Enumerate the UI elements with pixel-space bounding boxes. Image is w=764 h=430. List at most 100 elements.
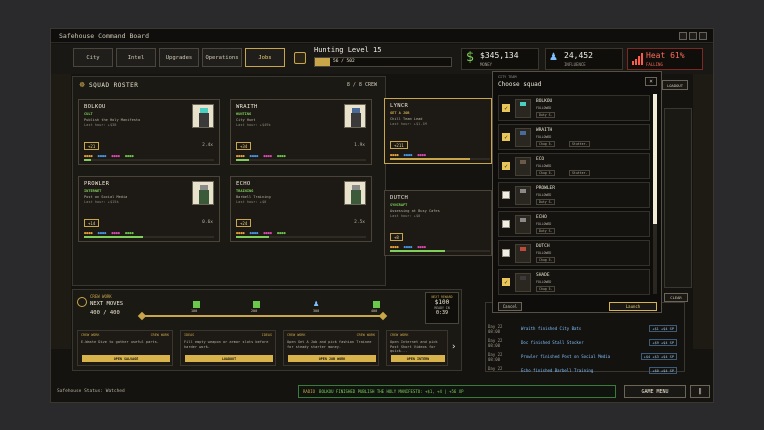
squad-member-row[interactable]: ECHO FOLLOWED Duty S. bbox=[498, 211, 650, 237]
squad-tag: Chug 5. bbox=[536, 141, 556, 147]
crew-multiplier: 2.5x bbox=[354, 220, 365, 225]
tab-jobs[interactable]: Jobs bbox=[245, 48, 285, 67]
open-internet-button[interactable]: OPEN INTERN bbox=[391, 355, 445, 362]
crew-progress bbox=[390, 158, 490, 160]
crew-name: BOLKOU bbox=[84, 104, 106, 110]
crew-earnings: Last hour: +$0 bbox=[236, 200, 267, 204]
dialog-scroll-thumb[interactable] bbox=[653, 94, 657, 224]
crew-badge: +8 bbox=[390, 233, 403, 241]
squad-member-row[interactable]: ✓ ECO FOLLOWED Chug 5. Stutter. bbox=[498, 153, 650, 179]
xp-bar: 56 / 502 bbox=[314, 57, 452, 67]
milestone-reward-icon bbox=[193, 301, 200, 308]
event-time: 08:00 bbox=[488, 329, 501, 335]
tab-upgrades[interactable]: Upgrades bbox=[159, 48, 199, 67]
crew-card-dutch[interactable]: DUTCH SYNCRAFT Assessing at Busy Cafes L… bbox=[384, 190, 492, 256]
dialog-scrollbar[interactable] bbox=[653, 94, 657, 294]
event-badge: +$9 +$4 SP bbox=[649, 339, 677, 346]
minimize-icon[interactable] bbox=[679, 32, 687, 40]
crew-stat-dots: ●●●● ●●●● ●●●● ●●●● bbox=[84, 231, 134, 235]
next-reward-box: NEXT REWARD $100 READY IN 0:39 bbox=[425, 292, 459, 324]
squad-checkbox[interactable]: ✓ bbox=[502, 133, 510, 141]
squad-member-row[interactable]: ✓ BOLKOU FOLLOWED Duty S. bbox=[498, 95, 650, 121]
milestone-track bbox=[143, 315, 383, 317]
crew-job: City Hunt bbox=[236, 118, 256, 122]
influence-stat: ♟ 24,452 INFLUENCE bbox=[545, 48, 623, 70]
task-text: Fill empty weapon or armor slots before … bbox=[184, 340, 269, 349]
crew-earnings: Last hour: +$0 bbox=[390, 214, 421, 218]
right-crew-column bbox=[664, 108, 692, 288]
squad-tag: Duty S. bbox=[536, 112, 556, 118]
squad-member-row[interactable]: PROWLER FOLLOWED Duty S. bbox=[498, 182, 650, 208]
crew-name: DUTCH bbox=[390, 195, 409, 201]
task-card: IDEAS IDEAS Fill empty weapon or armor s… bbox=[180, 330, 276, 366]
squad-avatar bbox=[515, 186, 531, 205]
crew-status: TRAINING bbox=[236, 189, 254, 193]
ticker-tag: RADIO bbox=[303, 389, 316, 394]
close-icon[interactable] bbox=[699, 32, 707, 40]
crew-work-icon bbox=[77, 297, 87, 307]
squad-member-row[interactable]: DUTCH FOLLOWED Chug 5. bbox=[498, 240, 650, 266]
cancel-button[interactable]: Cancel bbox=[498, 302, 522, 311]
maximize-icon[interactable] bbox=[689, 32, 697, 40]
crew-card-lyncr[interactable]: LYNCR GET A JOB Chill Team Lead Last hou… bbox=[384, 98, 492, 164]
squad-avatar bbox=[515, 99, 531, 118]
event-day: Day 22 bbox=[488, 366, 503, 371]
dialog-header: CITY TEAM bbox=[498, 75, 517, 79]
squad-checkbox[interactable] bbox=[502, 220, 510, 228]
crew-card-echo[interactable]: ECHO TRAINING Barbell Training Last hour… bbox=[230, 176, 372, 242]
task-heading-right: CREW WORK bbox=[356, 333, 375, 337]
tab-intel[interactable]: Intel bbox=[116, 48, 156, 67]
squad-roster-panel: ☸ SQUAD ROSTER 8 / 8 CREW BOLKOU CULT Pu… bbox=[72, 76, 386, 286]
dialog-close-icon[interactable]: × bbox=[645, 77, 657, 86]
crew-name: PROWLER bbox=[84, 181, 110, 187]
squad-name: PROWLER bbox=[536, 186, 555, 191]
squad-checkbox[interactable]: ✓ bbox=[502, 104, 510, 112]
heat-value: Heat 61% bbox=[646, 51, 685, 60]
heat-label: FALLING bbox=[646, 62, 663, 67]
loadout-task-button[interactable]: LOADOUT bbox=[185, 355, 273, 362]
open-salvage-button[interactable]: OPEN SALVAGE bbox=[82, 355, 170, 362]
crew-progress bbox=[84, 159, 214, 161]
crew-portrait bbox=[344, 104, 366, 128]
tab-city[interactable]: City bbox=[73, 48, 113, 67]
task-next-arrow-icon[interactable]: › bbox=[452, 342, 456, 352]
crew-card-prowler[interactable]: PROWLER INTERNET Post on Social Media La… bbox=[78, 176, 220, 242]
squad-tag: Chug 5. bbox=[536, 286, 556, 292]
event-time: 08:00 bbox=[488, 343, 501, 349]
crew-earnings: Last hour: +$38 bbox=[84, 123, 117, 127]
squad-member-row[interactable]: ✓ SHADE FOLLOWED Chug 5. bbox=[498, 269, 650, 295]
task-card: CREW WORK CREW WORK Open Get A Job and p… bbox=[283, 330, 379, 366]
crew-card-bolkou[interactable]: BOLKOU CULT Publish the Holy Manifesto L… bbox=[78, 99, 220, 165]
crew-badge: +211 bbox=[390, 141, 408, 149]
open-job-work-button[interactable]: OPEN JOB WORK bbox=[288, 355, 376, 362]
event-row: Day 22 08:00 Wraith finished City Bats +$… bbox=[486, 324, 681, 336]
squad-status: FOLLOWED bbox=[536, 106, 552, 110]
squad-checkbox[interactable] bbox=[502, 191, 510, 199]
squad-avatar bbox=[515, 244, 531, 263]
milestone-reward-icon bbox=[253, 301, 260, 308]
xp-bar-fill bbox=[315, 58, 330, 66]
squad-avatar bbox=[515, 157, 531, 176]
loadout-button[interactable]: LOADOUT bbox=[662, 80, 688, 90]
game-menu-button[interactable]: GAME MENU bbox=[624, 385, 686, 398]
crew-stat-dots: ●●●● ●●●● ●●●● bbox=[390, 153, 426, 157]
crew-job: Publish the Holy Manifesto bbox=[84, 118, 141, 122]
pause-icon[interactable]: ‖ bbox=[690, 385, 710, 398]
crew-card-wraith[interactable]: WRAITH HUNTING City Hunt Last hour: +$49… bbox=[230, 99, 372, 165]
roster-count: 8 / 8 CREW bbox=[346, 82, 377, 88]
clear-button[interactable]: CLEAR bbox=[664, 293, 688, 302]
launch-button[interactable]: Launch bbox=[609, 302, 657, 311]
squad-tag: Duty S. bbox=[536, 199, 556, 205]
event-badge: +$0 +$4 SP bbox=[649, 367, 677, 374]
squad-status: FOLLOWED bbox=[536, 222, 552, 226]
squad-member-row[interactable]: ✓ WRAITH FOLLOWED Chug 5. Stutter. bbox=[498, 124, 650, 150]
squad-checkbox[interactable]: ✓ bbox=[502, 278, 510, 286]
tab-operations[interactable]: Operations bbox=[202, 48, 242, 67]
squad-tag: Stutter. bbox=[569, 141, 591, 147]
task-text: Open Internet and pick Post Short Videos… bbox=[390, 340, 438, 354]
squad-checkbox[interactable] bbox=[502, 249, 510, 257]
milestone-crew-icon: ♟ bbox=[313, 300, 320, 308]
squad-checkbox[interactable]: ✓ bbox=[502, 162, 510, 170]
crew-job: Post on Social Media bbox=[84, 195, 128, 199]
money-label: MONEY bbox=[480, 62, 493, 67]
